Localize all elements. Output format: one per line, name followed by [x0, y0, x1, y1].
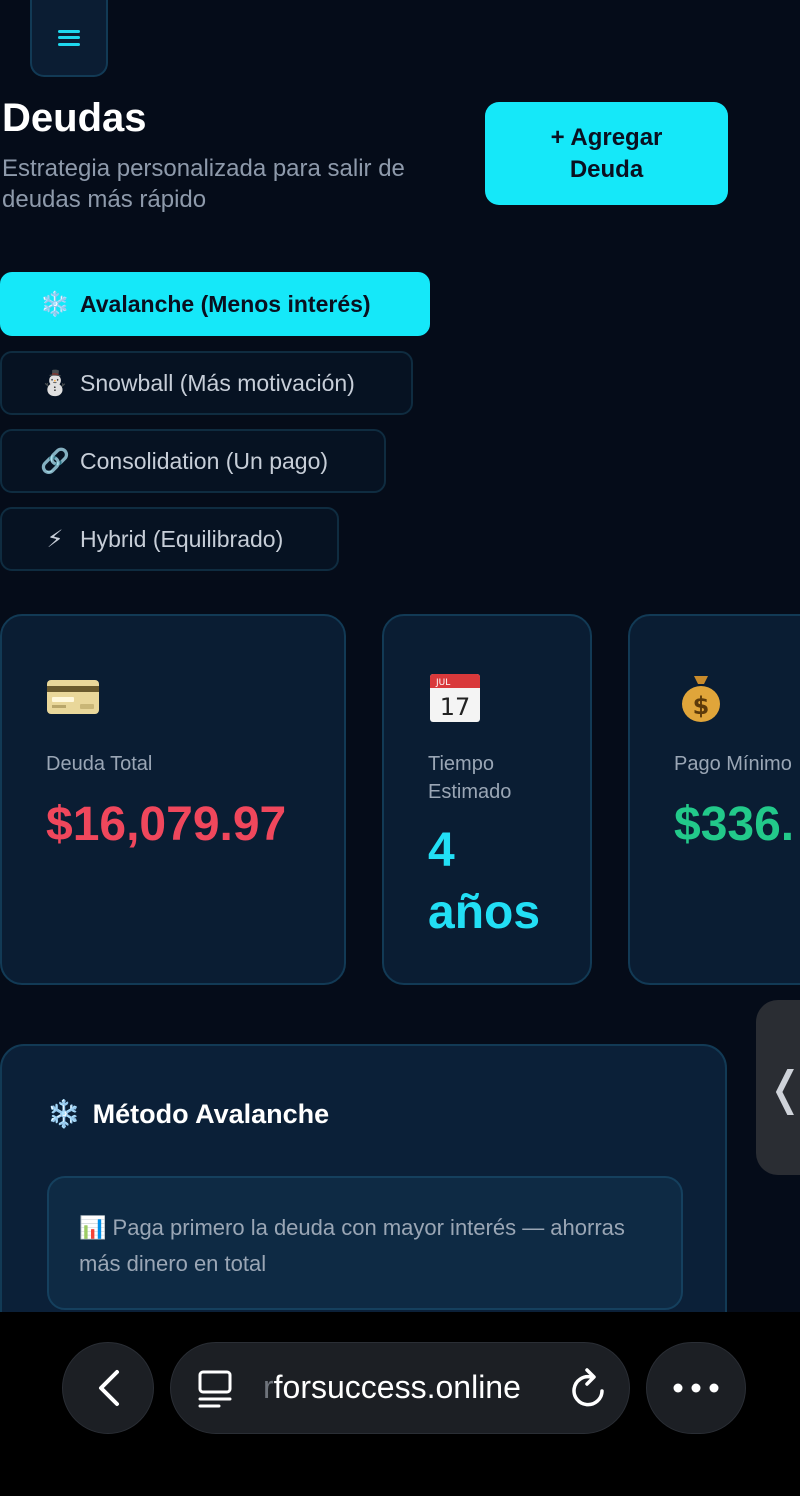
chevron-left-icon — [99, 1370, 119, 1406]
side-drawer-handle[interactable]: ❬ — [756, 1000, 800, 1175]
method-panel: ❄️ Método Avalanche 📊 Paga primero la de… — [0, 1044, 727, 1344]
more-options-button[interactable] — [646, 1342, 746, 1434]
strategy-label: Snowball (Más motivación) — [80, 369, 355, 396]
strategy-label: Hybrid (Equilibrado) — [80, 525, 284, 552]
strategy-label: Consolidation (Un pago) — [80, 447, 329, 474]
minimum-payment-card: $ Pago Mínimo $336. — [628, 614, 800, 985]
more-dots-icon — [673, 1383, 719, 1393]
calendar-icon: JUL 17 — [430, 674, 480, 722]
chevron-left-icon: ❬ — [766, 1061, 800, 1115]
estimated-time-label: Tiempo Estimado — [428, 753, 512, 803]
strategy-hybrid-button[interactable]: ⚡ Hybrid (Equilibrado) — [0, 507, 339, 571]
bar-chart-icon: 📊 — [79, 1215, 107, 1240]
minimum-payment-label: Pago Mínimo — [674, 753, 792, 775]
total-debt-value: $16,079.97 — [46, 798, 287, 851]
lightning-icon: ⚡ — [46, 525, 64, 553]
strategy-snowball-button[interactable]: ⛄ Snowball (Más motivación) — [0, 351, 413, 415]
snowflake-icon: ❄️ — [47, 1099, 81, 1129]
link-icon: 🔗 — [40, 447, 70, 475]
total-debt-card: Deuda Total $16,079.97 — [0, 614, 346, 985]
browser-toolbar: rforsuccess.online — [0, 1312, 800, 1496]
add-debt-button[interactable]: + Agregar Deuda — [485, 102, 728, 205]
menu-icon — [58, 29, 80, 46]
credit-card-icon — [47, 680, 99, 714]
snowman-icon: ⛄ — [40, 369, 70, 397]
page-subtitle: Estrategia personalizada para salir de d… — [2, 155, 405, 213]
minimum-payment-value: $336. — [674, 798, 795, 851]
url-faded-text: r — [263, 1369, 274, 1405]
address-bar[interactable]: rforsuccess.online — [170, 1342, 630, 1434]
total-debt-label: Deuda Total — [46, 753, 153, 775]
estimated-time-number: 4 — [428, 824, 455, 877]
estimated-time-value: 4 años — [428, 820, 540, 944]
strategy-consolidation-button[interactable]: 🔗 Consolidation (Un pago) — [0, 429, 386, 493]
calendar-day: 17 — [440, 693, 471, 721]
method-title-text: Método Avalanche — [92, 1098, 330, 1129]
calendar-month: JUL — [435, 678, 450, 688]
page-title: Deudas — [2, 96, 147, 140]
strategy-label: Avalanche (Menos interés) — [80, 290, 371, 317]
money-bag-icon: $ — [682, 676, 720, 722]
svg-text:$: $ — [693, 692, 710, 720]
back-button[interactable] — [62, 1342, 154, 1434]
method-title: ❄️ Método Avalanche — [47, 1098, 329, 1130]
estimated-time-card: JUL 17 Tiempo Estimado 4 años — [382, 614, 592, 985]
snowflake-icon: ❄️ — [40, 290, 70, 318]
strategy-avalanche-button[interactable]: ❄️ Avalanche (Menos interés) — [0, 272, 430, 336]
method-note: 📊 Paga primero la deuda con mayor interé… — [47, 1176, 683, 1310]
estimated-time-unit: años — [428, 886, 541, 939]
method-note-text: Paga primero la deuda con mayor interés … — [79, 1215, 625, 1276]
url-text: rforsuccess.online — [263, 1369, 521, 1406]
menu-button[interactable] — [30, 0, 108, 77]
reload-icon[interactable] — [569, 1367, 609, 1411]
url-domain: forsuccess.online — [273, 1369, 521, 1405]
tabs-icon — [198, 1370, 232, 1408]
